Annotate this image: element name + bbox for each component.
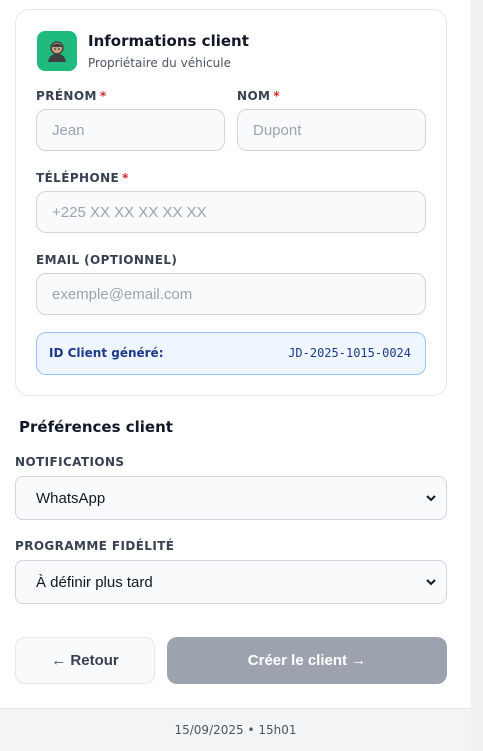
notifications-select[interactable]: WhatsApp (15, 476, 447, 520)
generated-id-box: ID Client généré: JD-2025-1015-0024 (36, 332, 426, 375)
email-label: EMAIL (OPTIONNEL) (36, 253, 177, 267)
phone-label-text: TÉLÉPHONE (36, 171, 120, 185)
loyalty-select[interactable]: À définir plus tard (15, 560, 447, 604)
card-subtitle: Propriétaire du véhicule (88, 56, 231, 70)
scrollbar-track[interactable] (471, 0, 483, 751)
notifications-label: NOTIFICATIONS (15, 455, 125, 469)
generated-id-label: ID Client généré: (49, 346, 164, 360)
back-button[interactable]: ← Retour (15, 637, 155, 684)
person-icon (37, 31, 77, 71)
first-name-label: PRÉNOM * (36, 89, 107, 103)
first-name-label-text: PRÉNOM (36, 89, 97, 103)
generated-id-value: JD-2025-1015-0024 (288, 346, 411, 360)
back-button-label: ← Retour (51, 652, 119, 669)
client-form-page: Informations client Propriétaire du véhi… (0, 0, 471, 751)
chevron-down-icon (426, 579, 436, 586)
last-name-label-text: NOM (237, 89, 271, 103)
phone-input[interactable] (36, 191, 426, 233)
preferences-title: Préférences client (19, 418, 173, 436)
create-client-button-label: Créer le client → (247, 652, 367, 669)
chevron-down-icon (426, 495, 436, 502)
required-marker: * (99, 89, 107, 103)
loyalty-label: PROGRAMME FIDÉLITÉ (15, 539, 175, 553)
footer: 15/09/2025 • 15h01 (0, 708, 471, 751)
phone-label: TÉLÉPHONE * (36, 171, 129, 185)
notifications-selected-value: WhatsApp (36, 489, 106, 507)
email-label-text: EMAIL (OPTIONNEL) (36, 253, 178, 267)
create-client-button[interactable]: Créer le client → (167, 637, 447, 684)
loyalty-selected-value: À définir plus tard (36, 573, 153, 591)
last-name-label: NOM * (237, 89, 280, 103)
last-name-input[interactable] (237, 109, 426, 151)
client-info-card: Informations client Propriétaire du véhi… (15, 9, 447, 396)
first-name-input[interactable] (36, 109, 225, 151)
email-input[interactable] (36, 273, 426, 315)
card-title: Informations client (88, 32, 249, 50)
footer-datetime: 15/09/2025 • 15h01 (174, 723, 297, 737)
required-marker: * (122, 171, 129, 185)
required-marker: * (273, 89, 281, 103)
